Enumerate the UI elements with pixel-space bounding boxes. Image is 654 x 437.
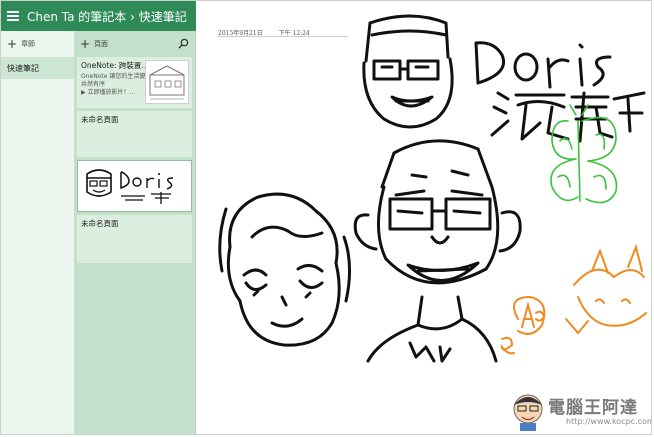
page-preview-line: ▶ 立即播放影片！... [81, 89, 136, 96]
page-title: 未命名頁面 [81, 115, 119, 124]
note-canvas[interactable]: 2015年9月21日 下午 12:24 [196, 1, 651, 434]
site-watermark: 電腦王阿達 http://www.kocpc.com.tw [506, 389, 651, 434]
plus-icon: + [7, 37, 18, 51]
add-page-button[interactable]: + 頁面 [74, 31, 195, 57]
page-item-onenote-intro[interactable]: OneNote: 跨裝置... OneNote 讓您的生活變 井然有序 ▶ 立即… [77, 57, 192, 108]
page-title: OneNote: 跨裝置... [81, 61, 145, 70]
add-page-label: 頁面 [94, 40, 109, 48]
watermark-name: 電腦王阿達 [548, 398, 638, 418]
page-preview-line: 井然有序 [81, 81, 106, 88]
search-icon[interactable] [178, 38, 189, 49]
mascot-logo-icon [513, 394, 543, 431]
watermark-url: http://www.kocpc.com.tw [566, 417, 651, 426]
page-list: + 頁面 OneNote: 跨裝置... OneNote 讓您的生活變 井然有序… [74, 31, 196, 434]
onenote-window: Chen Ta 的筆記本 › 快速筆記 + 章節 快速筆記 + 頁面 OneNo… [0, 0, 652, 435]
notebook-breadcrumb: Chen Ta 的筆記本 › 快速筆記 [27, 9, 187, 24]
page-item-untitled[interactable]: 未命名頁面 [77, 215, 192, 263]
page-title: 未命名頁面 [81, 219, 119, 228]
title-bar: Chen Ta 的筆記本 › 快速筆記 [1, 1, 196, 31]
page-item-drawing[interactable] [77, 160, 192, 212]
page-item-untitled[interactable]: 未命名頁面 [77, 111, 192, 157]
section-item-quick-notes[interactable]: 快速筆記 [1, 57, 74, 79]
add-section-button[interactable]: + 章節 [1, 31, 74, 57]
page-preview-line: OneNote 讓您的生活變 [81, 73, 145, 80]
ink-drawing [218, 14, 647, 363]
add-section-label: 章節 [21, 40, 36, 48]
page-thumbnail [145, 60, 189, 104]
page-thumbnail [86, 169, 174, 204]
hamburger-menu-icon[interactable] [7, 11, 19, 21]
section-list: + 章節 快速筆記 [1, 31, 74, 434]
plus-icon: + [80, 37, 91, 51]
